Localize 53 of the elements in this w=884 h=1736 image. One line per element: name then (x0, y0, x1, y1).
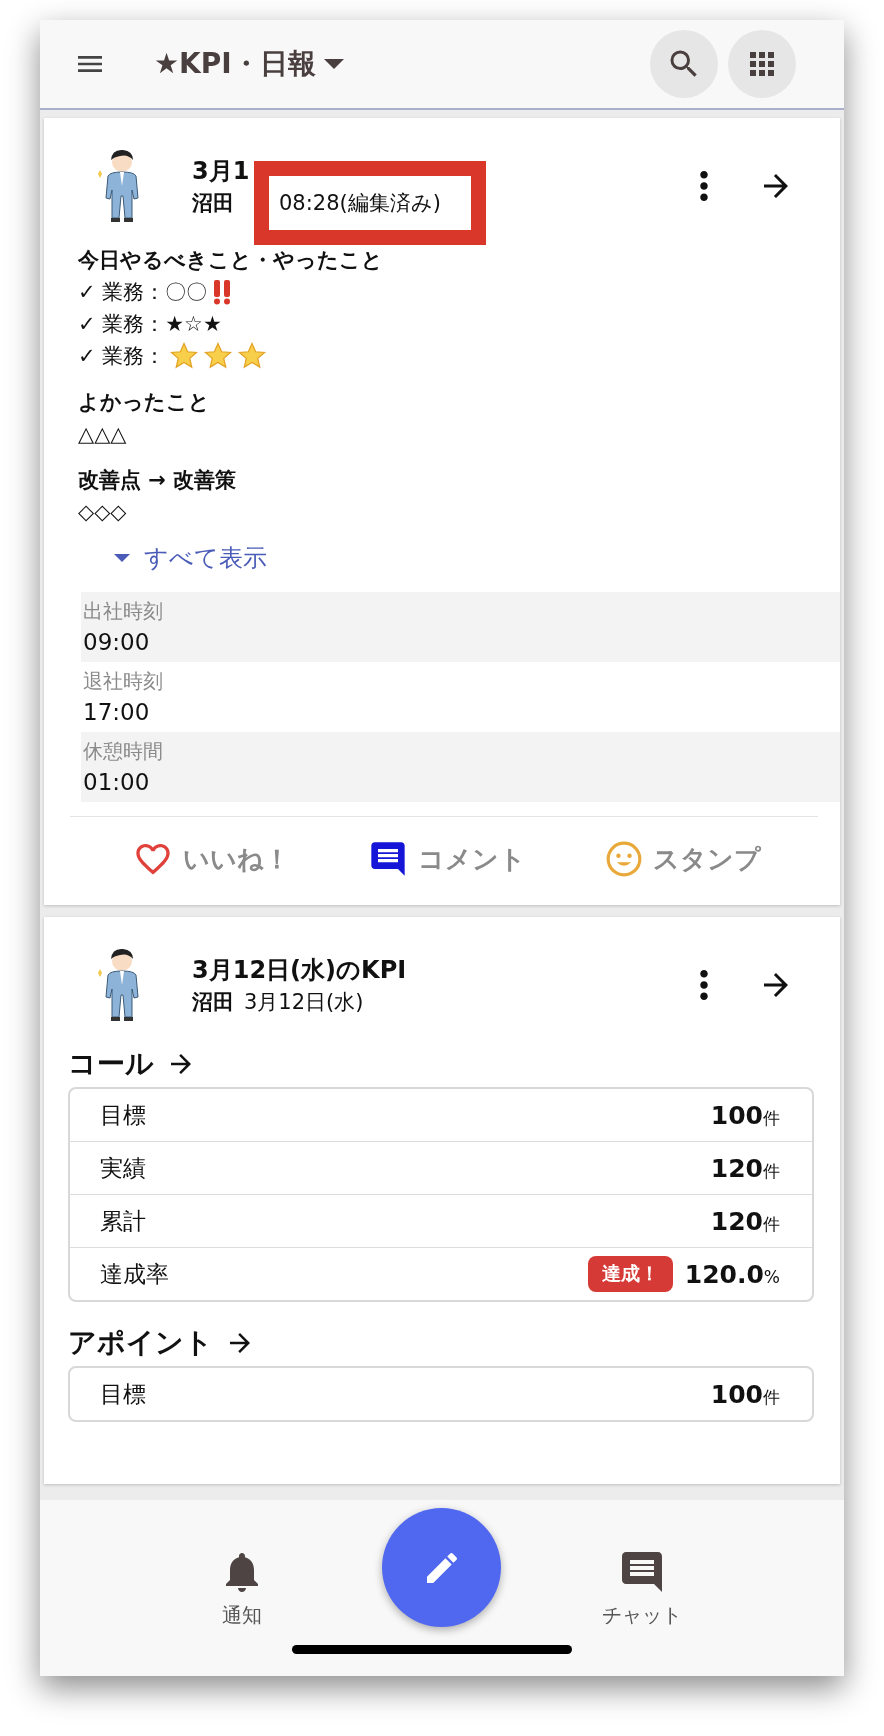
report-line: ✓ 業務：★☆★ (78, 311, 222, 338)
kpi-value: 100 (710, 1379, 763, 1409)
compose-button[interactable] (382, 1508, 501, 1627)
nav-item[interactable]: チャット (562, 1548, 722, 1629)
field-label: 退社時刻 (83, 668, 164, 695)
kpi-title: 3月12日(水)のKPI (192, 955, 407, 986)
kpi-label: 目標 (100, 1100, 147, 1130)
kpi-unit: 件 (763, 1160, 780, 1183)
author-name: 沼田 (192, 190, 234, 217)
report-line: ✓ 業務： (78, 343, 166, 370)
star-icon (169, 341, 200, 371)
kpi-group-link[interactable]: コール (68, 1045, 196, 1083)
smiley-icon (604, 840, 643, 878)
caret-icon (323, 59, 344, 69)
kpi-value: 120 (710, 1153, 763, 1183)
post-date: 3月12日(水) (244, 989, 364, 1016)
achieved-badge: 達成！ (587, 1256, 673, 1292)
more-button[interactable] (700, 171, 708, 201)
field-label: 出社時刻 (83, 598, 164, 625)
report-line: ✓ 業務：〇〇 (78, 279, 208, 306)
kpi-unit: % (763, 1266, 780, 1287)
kpi-value: 120.0 (684, 1259, 764, 1289)
section-heading: 改善点 → 改善策 (78, 467, 238, 494)
nav-item[interactable]: 通知 (162, 1548, 322, 1629)
kpi-unit: 件 (763, 1213, 780, 1236)
kpi-value: 100 (710, 1100, 763, 1130)
field-value: 09:00 (83, 628, 151, 657)
report-line: △△△ (78, 421, 127, 448)
highlight-callout: 08:28(編集済み) (254, 161, 486, 245)
caret-icon (114, 554, 130, 562)
star-icon (203, 341, 234, 371)
show-all-link[interactable]: すべて表示 (114, 542, 267, 574)
kpi-value: 120 (710, 1206, 763, 1236)
kpi-label: 達成率 (100, 1259, 170, 1289)
section-heading: 今日やるべきこと・やったこと (78, 247, 384, 274)
star-icon (237, 341, 268, 371)
field-label: 休憩時間 (83, 738, 164, 765)
report-title: 3月1 (192, 156, 250, 187)
author-name: 沼田 (192, 989, 234, 1016)
kpi-unit: 件 (763, 1107, 780, 1130)
more-icon (700, 171, 708, 201)
report-line: ◇◇◇ (78, 499, 127, 526)
kpi-unit: 件 (763, 1386, 780, 1409)
page-title[interactable]: ★KPI・日報 (154, 45, 344, 83)
kpi-group-link[interactable]: アポイント (68, 1324, 255, 1362)
section-heading: よかったこと (78, 389, 211, 416)
more-button[interactable] (700, 970, 708, 1000)
kpi-label: 実績 (100, 1153, 147, 1183)
field-value: 01:00 (83, 768, 151, 797)
more-icon (700, 970, 708, 1000)
field-value: 17:00 (83, 698, 151, 727)
kpi-label: 累計 (100, 1206, 147, 1236)
kpi-label: 目標 (100, 1379, 147, 1409)
